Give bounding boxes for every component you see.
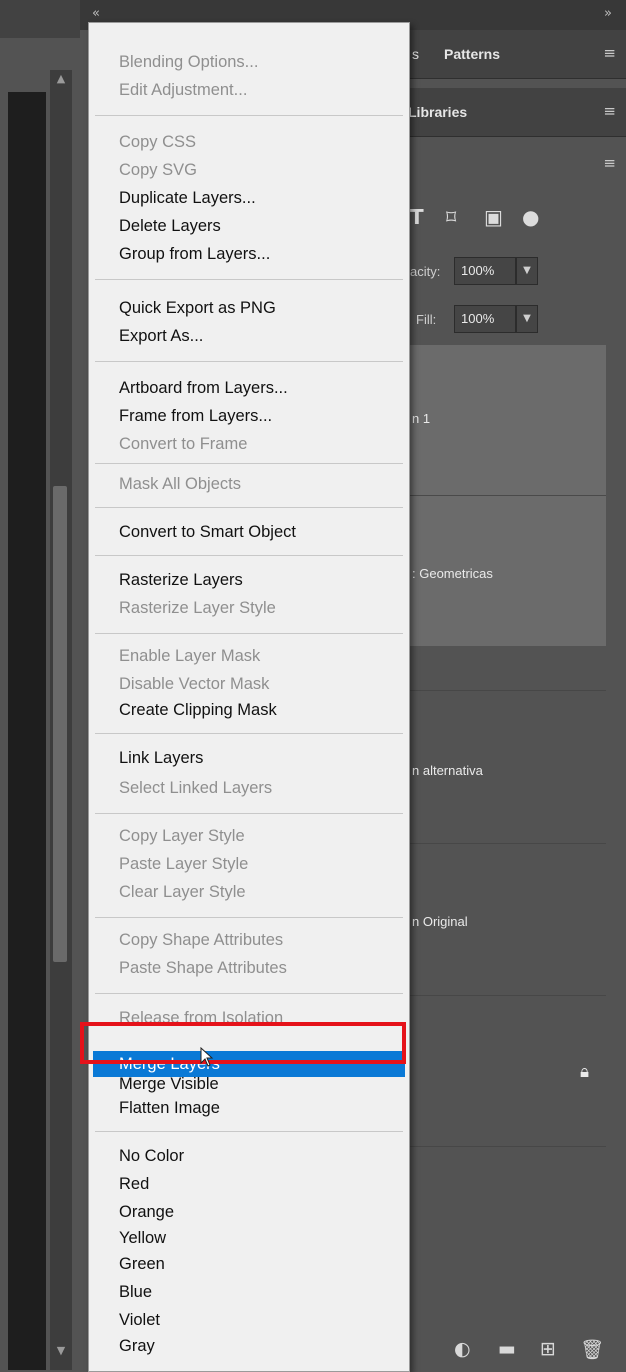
opacity-input[interactable]: 100%	[454, 257, 516, 285]
menu-item-copy-shape-attributes[interactable]: Copy Shape Attributes	[119, 927, 401, 953]
tab-patterns[interactable]: Patterns	[444, 46, 500, 62]
menu-separator	[95, 507, 403, 508]
menu-item-color-green[interactable]: Green	[119, 1251, 401, 1277]
panel-menu-icon[interactable]: ≡	[603, 102, 616, 120]
layer-row[interactable]: : Geometricas	[406, 496, 606, 646]
menu-separator	[95, 361, 403, 362]
menu-item-edit-adjustment[interactable]: Edit Adjustment...	[119, 77, 401, 103]
fill-dropdown-icon[interactable]: ▼	[516, 305, 538, 333]
tab-libraries[interactable]: Libraries	[408, 104, 467, 120]
menu-item-convert-to-smart-object[interactable]: Convert to Smart Object	[119, 519, 401, 545]
layer-context-menu: Blending Options... Edit Adjustment... C…	[88, 22, 410, 1372]
menu-item-color-none[interactable]: No Color	[119, 1143, 401, 1169]
menu-item-copy-css[interactable]: Copy CSS	[119, 129, 401, 155]
menu-separator	[95, 115, 403, 116]
menu-item-rasterize-layer-style[interactable]: Rasterize Layer Style	[119, 595, 401, 621]
fill-input[interactable]: 100%	[454, 305, 516, 333]
mouse-cursor-icon	[200, 1047, 214, 1067]
trash-icon[interactable]: 🗑︎	[580, 1338, 604, 1361]
menu-item-blending-options[interactable]: Blending Options...	[119, 49, 401, 75]
menu-item-copy-layer-style[interactable]: Copy Layer Style	[119, 823, 401, 849]
opacity-dropdown-icon[interactable]: ▼	[516, 257, 538, 285]
opacity-label: acity:	[410, 264, 441, 279]
layers-bottom-toolbar: ◐ ▬ ⊞ 🗑︎	[406, 1320, 626, 1370]
menu-item-delete-layers[interactable]: Delete Layers	[119, 213, 401, 239]
type-filter-icon[interactable]: T	[410, 205, 424, 229]
menu-separator	[95, 993, 403, 994]
layer-name: n Original	[412, 914, 468, 929]
layer-name: : Geometricas	[412, 566, 493, 581]
menu-separator	[95, 917, 403, 918]
menu-item-color-yellow[interactable]: Yellow	[119, 1225, 401, 1251]
panel-menu-icon[interactable]: ≡	[603, 44, 616, 62]
layer-name: n alternativa	[412, 763, 483, 778]
layer-name: n 1	[412, 411, 431, 426]
menu-item-color-violet[interactable]: Violet	[119, 1307, 401, 1333]
panel-tab-row-2: Libraries ≡	[406, 88, 626, 137]
menu-item-export-as[interactable]: Export As...	[119, 323, 401, 349]
layer-row[interactable]: n alternativa	[406, 690, 606, 843]
menu-separator	[95, 555, 403, 556]
menu-item-link-layers[interactable]: Link Layers	[119, 745, 401, 771]
menu-item-merge-visible[interactable]: Merge Visible	[119, 1071, 401, 1097]
lock-icon: 🔒︎	[580, 1062, 590, 1082]
menu-item-enable-layer-mask[interactable]: Enable Layer Mask	[119, 643, 401, 669]
shape-filter-icon[interactable]: ⌑	[446, 205, 456, 229]
menu-separator	[95, 1131, 403, 1132]
new-layer-icon[interactable]: ⊞	[540, 1338, 556, 1360]
menu-separator	[95, 279, 403, 280]
menu-item-color-gray[interactable]: Gray	[119, 1333, 401, 1359]
layer-row[interactable]: 🔒︎	[406, 995, 606, 1147]
menu-item-rasterize-layers[interactable]: Rasterize Layers	[119, 567, 401, 593]
menu-item-color-blue[interactable]: Blue	[119, 1279, 401, 1305]
layer-row[interactable]: n Original	[406, 843, 606, 994]
toggle-filter-icon[interactable]: ●	[522, 205, 539, 229]
menu-item-color-red[interactable]: Red	[119, 1171, 401, 1197]
left-panel-header	[0, 0, 80, 38]
adjustment-layer-icon[interactable]: ◐	[454, 1338, 471, 1360]
menu-item-clear-layer-style[interactable]: Clear Layer Style	[119, 879, 401, 905]
menu-item-mask-all-objects[interactable]: Mask All Objects	[119, 471, 401, 497]
menu-item-color-orange[interactable]: Orange	[119, 1199, 401, 1225]
smart-object-filter-icon[interactable]: ▣	[484, 205, 503, 229]
menu-separator	[95, 813, 403, 814]
menu-item-select-linked-layers[interactable]: Select Linked Layers	[119, 775, 401, 801]
menu-item-quick-export-png[interactable]: Quick Export as PNG	[119, 295, 401, 321]
menu-item-paste-layer-style[interactable]: Paste Layer Style	[119, 851, 401, 877]
left-scrollbar-thumb[interactable]	[53, 486, 67, 962]
menu-item-disable-vector-mask[interactable]: Disable Vector Mask	[119, 671, 401, 697]
new-group-icon[interactable]: ▬	[498, 1338, 516, 1360]
tab-patterns-fragment[interactable]: s	[412, 46, 419, 62]
menu-item-convert-to-frame[interactable]: Convert to Frame	[119, 431, 401, 457]
scroll-down-arrow-icon[interactable]: ▼	[52, 1344, 70, 1360]
panel-menu-icon[interactable]: ≡	[603, 154, 616, 172]
menu-item-paste-shape-attributes[interactable]: Paste Shape Attributes	[119, 955, 401, 981]
collapse-left-icon[interactable]: «	[92, 6, 100, 21]
menu-item-copy-svg[interactable]: Copy SVG	[119, 157, 401, 183]
menu-item-create-clipping-mask[interactable]: Create Clipping Mask	[119, 697, 401, 723]
panel-tab-row-1: s Patterns ≡	[406, 30, 626, 79]
scroll-up-arrow-icon[interactable]: ▲	[52, 72, 70, 88]
collapse-right-icon[interactable]: »	[604, 6, 612, 21]
panel-tab-row-3: ≡	[406, 140, 626, 188]
left-panel-canvas	[8, 92, 46, 1370]
menu-item-artboard-from-layers[interactable]: Artboard from Layers...	[119, 375, 401, 401]
menu-separator	[95, 633, 403, 634]
layer-filter-toolbar: T ⌑ ▣ ●	[406, 195, 626, 249]
layer-row[interactable]: n 1	[406, 345, 606, 496]
menu-item-duplicate-layers[interactable]: Duplicate Layers...	[119, 185, 401, 211]
fill-label: Fill:	[416, 312, 437, 327]
menu-item-frame-from-layers[interactable]: Frame from Layers...	[119, 403, 401, 429]
menu-separator	[95, 733, 403, 734]
annotation-highlight-box	[80, 1022, 406, 1064]
menu-item-group-from-layers[interactable]: Group from Layers...	[119, 241, 401, 267]
menu-item-flatten-image[interactable]: Flatten Image	[119, 1095, 401, 1121]
menu-separator	[95, 463, 403, 464]
